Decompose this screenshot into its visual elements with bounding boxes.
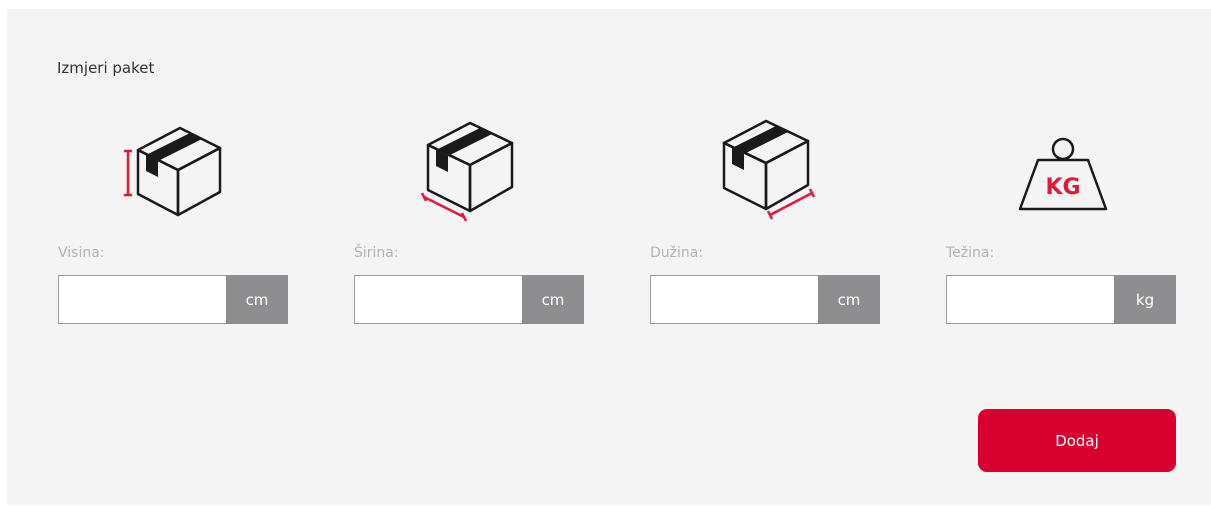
height-input[interactable] bbox=[58, 275, 226, 324]
width-label: Širina: bbox=[354, 245, 399, 261]
length-unit: cm bbox=[818, 275, 880, 324]
weight-label: Težina: bbox=[946, 245, 995, 261]
box-width-icon bbox=[354, 115, 584, 225]
height-input-group: cm bbox=[58, 275, 288, 324]
weight-input-group: kg bbox=[946, 275, 1176, 324]
length-input-group: cm bbox=[650, 275, 880, 324]
section-title: Izmjeri paket bbox=[57, 59, 155, 77]
box-length-icon bbox=[650, 115, 880, 225]
weight-input[interactable] bbox=[946, 275, 1114, 324]
weight-field: KG Težina: kg bbox=[946, 115, 1176, 330]
length-field: Dužina: cm bbox=[650, 115, 880, 330]
height-label: Visina: bbox=[58, 245, 105, 261]
box-height-icon bbox=[58, 115, 288, 225]
weight-icon-text: KG bbox=[1045, 175, 1080, 200]
height-unit: cm bbox=[226, 275, 288, 324]
width-unit: cm bbox=[522, 275, 584, 324]
width-input[interactable] bbox=[354, 275, 522, 324]
width-input-group: cm bbox=[354, 275, 584, 324]
length-label: Dužina: bbox=[650, 245, 704, 261]
length-input[interactable] bbox=[650, 275, 818, 324]
width-field: Širina: cm bbox=[354, 115, 584, 330]
weight-icon: KG bbox=[946, 115, 1176, 225]
add-button[interactable]: Dodaj bbox=[978, 409, 1176, 472]
weight-unit: kg bbox=[1114, 275, 1176, 324]
height-field: Visina: cm bbox=[58, 115, 288, 330]
